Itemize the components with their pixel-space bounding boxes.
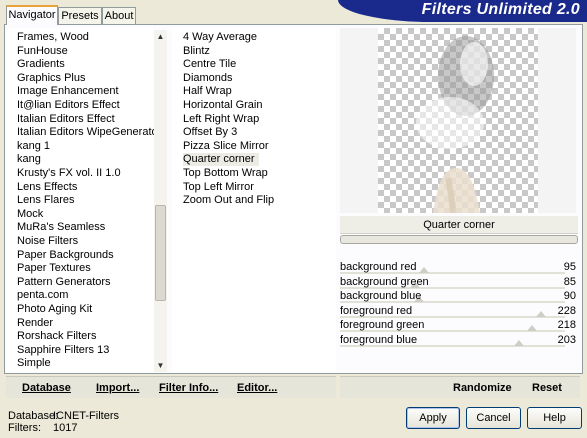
import-button[interactable]: Import... xyxy=(96,382,139,394)
scroll-down-icon[interactable]: ▼ xyxy=(154,359,167,372)
parameter-value: 203 xyxy=(557,334,576,346)
category-item[interactable]: Krusty's FX vol. II 1.0 xyxy=(17,167,121,180)
reset-button[interactable]: Reset xyxy=(532,382,562,394)
filter-item[interactable]: Diamonds xyxy=(183,72,233,85)
category-item[interactable]: FunHouse xyxy=(17,45,68,58)
category-item[interactable]: Gradients xyxy=(17,58,65,71)
filters-count: 1017 xyxy=(53,422,78,434)
left-action-bar: Database Import... Filter Info... Editor… xyxy=(6,376,336,398)
filter-list[interactable]: 4 Way Average Blintz Centre Tile Diamonds Ha… xyxy=(172,28,336,372)
database-label: Database: xyxy=(8,410,59,422)
filter-info-button[interactable]: Filter Info... xyxy=(159,382,218,394)
parameter-row[interactable]: background red 95 xyxy=(340,260,578,274)
filter-item[interactable]: Zoom Out and Flip xyxy=(183,194,274,207)
database-button[interactable]: Database xyxy=(22,382,71,394)
scroll-up-icon[interactable]: ▲ xyxy=(154,30,167,43)
category-item[interactable]: Noise Filters xyxy=(17,235,78,248)
slider-knob-icon[interactable] xyxy=(418,267,429,273)
category-item[interactable]: Photo Aging Kit xyxy=(17,303,92,316)
tab-presets[interactable]: Presets xyxy=(58,7,102,24)
parameter-name: foreground red xyxy=(340,304,413,317)
filter-item[interactable]: Offset By 3 xyxy=(183,126,237,139)
parameter-value: 95 xyxy=(563,261,576,273)
parameter-value: 218 xyxy=(557,319,576,332)
filter-item[interactable]: Left Right Wrap xyxy=(183,113,259,126)
category-item[interactable]: Lens Effects xyxy=(17,181,77,194)
apply-button[interactable]: Apply xyxy=(406,407,460,429)
editor-button[interactable]: Editor... xyxy=(237,382,277,394)
category-item[interactable]: Sapphire Filters 13 xyxy=(17,344,109,357)
category-item[interactable]: Image Enhancement xyxy=(17,85,119,98)
right-action-bar: Randomize Reset xyxy=(340,376,580,398)
filter-item[interactable]: Top Left Mirror xyxy=(183,181,254,194)
filter-item[interactable]: Pizza Slice Mirror xyxy=(183,140,269,153)
filter-item[interactable]: Top Bottom Wrap xyxy=(183,167,268,180)
parameter-row[interactable]: foreground blue 203 xyxy=(340,333,578,347)
category-item[interactable]: Mock xyxy=(17,208,43,221)
parameter-row[interactable]: foreground red 228 xyxy=(340,304,578,318)
database-status: Database: ICNET-Filters xyxy=(8,410,119,422)
parameter-name: background blue xyxy=(340,290,422,303)
category-item[interactable]: It@lian Editors Effect xyxy=(17,99,120,112)
category-item[interactable]: Pattern Generators xyxy=(17,276,111,289)
progress-bar xyxy=(340,235,578,244)
category-item[interactable]: kang xyxy=(17,153,41,166)
filter-item[interactable]: Horizontal Grain xyxy=(183,99,262,112)
preview-image xyxy=(378,28,538,213)
parameter-name: foreground blue xyxy=(340,334,418,346)
parameter-value: 85 xyxy=(563,275,576,288)
category-item[interactable]: Italian Editors Effect xyxy=(17,113,115,126)
category-item[interactable]: Render xyxy=(17,317,53,330)
parameter-name: background green xyxy=(340,275,429,288)
tab-navigator[interactable]: Navigator xyxy=(6,5,58,25)
parameter-value: 90 xyxy=(563,290,576,303)
filters-status: Filters: 1017 xyxy=(8,422,77,434)
slider-knob-icon[interactable] xyxy=(514,340,525,346)
category-item[interactable]: Rorshack Filters xyxy=(17,330,96,343)
parameter-name: background red xyxy=(340,261,417,273)
database-value: ICNET-Filters xyxy=(53,410,119,422)
category-item[interactable]: MuRa's Seamless xyxy=(17,221,105,234)
filter-item[interactable]: Centre Tile xyxy=(183,58,236,71)
help-button[interactable]: Help xyxy=(527,407,582,429)
parameter-name: foreground green xyxy=(340,319,425,332)
parameter-value: 228 xyxy=(557,304,576,317)
parameter-row[interactable]: background green 85 xyxy=(340,275,578,289)
parameter-row[interactable]: background blue 90 xyxy=(340,289,578,304)
category-item[interactable]: kang 1 xyxy=(17,140,50,153)
filter-item[interactable]: Quarter corner xyxy=(183,153,259,167)
randomize-button[interactable]: Randomize xyxy=(453,382,512,394)
category-item[interactable]: Italian Editors WipeGenerator xyxy=(17,126,161,139)
filter-item[interactable]: 4 Way Average xyxy=(183,31,257,44)
cancel-button[interactable]: Cancel xyxy=(466,407,521,429)
filter-item[interactable]: Half Wrap xyxy=(183,85,232,98)
tab-about[interactable]: About xyxy=(102,7,136,24)
filters-label: Filters: xyxy=(8,422,41,434)
scroll-thumb[interactable] xyxy=(155,205,166,301)
category-item[interactable]: Simple xyxy=(17,357,51,370)
selected-filter-name: Quarter corner xyxy=(340,216,578,234)
preview-artwork xyxy=(416,36,494,213)
category-list[interactable]: Frames, Wood FunHouse Gradients Graphics Pl… xyxy=(6,28,161,372)
category-scrollbar[interactable]: ▲ ▼ xyxy=(154,30,167,372)
category-item[interactable]: Paper Textures xyxy=(17,262,91,275)
category-item[interactable]: Graphics Plus xyxy=(17,72,85,85)
category-item[interactable]: Lens Flares xyxy=(17,194,74,207)
filter-item[interactable]: Blintz xyxy=(183,45,210,58)
slider-knob-icon[interactable] xyxy=(527,325,538,332)
slider-knob-icon[interactable] xyxy=(536,310,547,317)
category-item[interactable]: Paper Backgrounds xyxy=(17,249,114,262)
app-title: Filters Unlimited 2.0 xyxy=(421,1,580,18)
parameter-row[interactable]: foreground green 218 xyxy=(340,318,578,333)
category-item[interactable]: Frames, Wood xyxy=(17,31,89,44)
category-item[interactable]: penta.com xyxy=(17,289,68,302)
preview-area xyxy=(340,28,576,213)
